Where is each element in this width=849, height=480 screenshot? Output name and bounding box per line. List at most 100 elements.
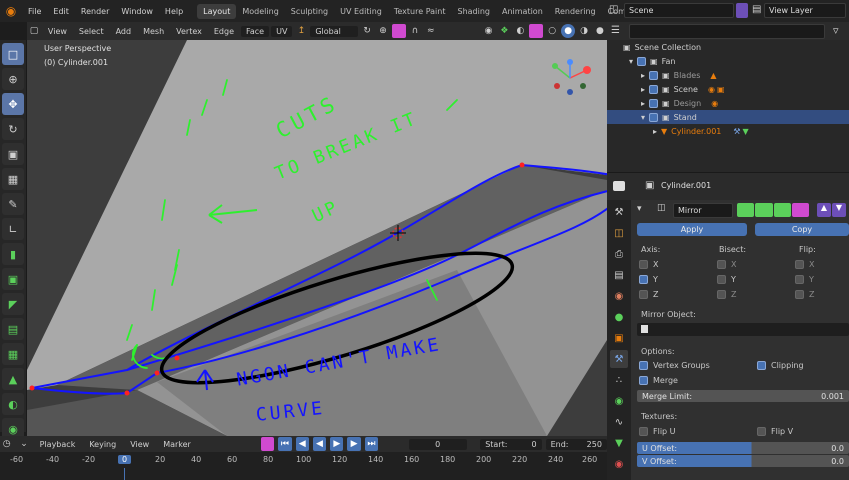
scale-icon[interactable]: ▣: [2, 143, 24, 165]
snap-icon[interactable]: ⊕: [376, 24, 390, 38]
outliner-row-selected[interactable]: ▾ ▣ Stand: [607, 110, 849, 124]
eye-icon[interactable]: ◉: [482, 24, 496, 38]
axis-z-checkbox[interactable]: [639, 290, 648, 299]
render-toggle-icon[interactable]: [791, 203, 809, 217]
annotate-icon[interactable]: ✎: [2, 193, 24, 215]
menu-help[interactable]: Help: [159, 7, 189, 16]
flip-z-checkbox[interactable]: [795, 290, 804, 299]
tab-uv-editing[interactable]: UV Editing: [334, 4, 388, 19]
checkbox-icon[interactable]: [649, 112, 659, 122]
navigation-gizmo[interactable]: [545, 56, 595, 96]
bevel-icon[interactable]: ◤: [2, 293, 24, 315]
vertex-groups-checkbox[interactable]: [639, 361, 648, 370]
scene-selector[interactable]: Scene: [624, 3, 734, 18]
outliner-row[interactable]: ▸ ▣ Blades ▲: [607, 68, 849, 82]
bisect-y-checkbox[interactable]: [717, 275, 726, 284]
menu-edit[interactable]: Edit: [47, 7, 75, 16]
checkbox-icon[interactable]: [649, 98, 659, 108]
overlay-icon[interactable]: ◐: [513, 24, 527, 38]
timeline-ruler[interactable]: -60 -40 -20 0 20 40 60 80 100 120 140 16…: [0, 452, 607, 480]
menu-face[interactable]: Face: [241, 25, 270, 37]
measure-icon[interactable]: ∟: [2, 218, 24, 240]
menu-edge[interactable]: Edge: [209, 26, 239, 37]
spin-icon[interactable]: ◐: [2, 393, 24, 415]
wave-icon[interactable]: ≈: [424, 24, 438, 38]
wireframe-shading-icon[interactable]: ○: [545, 24, 559, 38]
tab-shading[interactable]: Shading: [451, 4, 496, 19]
poly-build-icon[interactable]: ▲: [2, 368, 24, 390]
select-box-icon[interactable]: □: [2, 43, 24, 65]
tool-tab-icon[interactable]: ⚒: [610, 203, 628, 221]
move-up-icon[interactable]: ▲: [817, 203, 831, 217]
jump-end-icon[interactable]: ⏭: [364, 437, 379, 451]
cursor-icon[interactable]: ⊕: [2, 68, 24, 90]
current-frame-field[interactable]: 0: [408, 438, 467, 450]
output-tab-icon[interactable]: ⎙: [610, 245, 628, 263]
menu-mesh[interactable]: Mesh: [138, 26, 169, 37]
bisect-x-checkbox[interactable]: [717, 260, 726, 269]
viewport-toggle-icon[interactable]: [773, 203, 791, 217]
menu-select[interactable]: Select: [74, 26, 109, 37]
outliner-search-input[interactable]: [629, 24, 825, 39]
next-key-icon[interactable]: ▶: [347, 437, 361, 451]
v-offset-slider[interactable]: V Offset: 0.0: [637, 455, 849, 467]
merge-checkbox[interactable]: [639, 376, 648, 385]
knife-icon[interactable]: ▦: [2, 343, 24, 365]
rendered-shading-icon[interactable]: ●: [593, 24, 607, 38]
filter-icon[interactable]: ▿: [833, 24, 839, 37]
editor-type-icon[interactable]: ▢: [27, 24, 41, 38]
chevron-right-icon[interactable]: ▸: [641, 71, 645, 80]
axis-x-checkbox[interactable]: [639, 260, 648, 269]
view-layer-selector[interactable]: View Layer: [764, 3, 846, 18]
outliner-row[interactable]: ▣ Scene Collection: [607, 40, 849, 54]
material-shading-icon[interactable]: ◑: [577, 24, 591, 38]
properties-editor-icon[interactable]: [613, 181, 625, 191]
chevron-right-icon[interactable]: ▸: [641, 99, 645, 108]
move-down-icon[interactable]: ▼: [832, 203, 846, 217]
axis-y-checkbox[interactable]: [639, 275, 648, 284]
transform-icon[interactable]: ▦: [2, 168, 24, 190]
pivot-icon[interactable]: ↻: [360, 24, 374, 38]
3d-viewport[interactable]: User Perspective (0) Cylinder.001 CUTS T…: [27, 40, 607, 436]
menu-add[interactable]: Add: [111, 26, 137, 37]
end-frame-field[interactable]: End: 250: [545, 438, 607, 450]
chevron-right-icon[interactable]: ▸: [653, 127, 657, 136]
inset-icon[interactable]: ▣: [2, 268, 24, 290]
tab-modeling[interactable]: Modeling: [236, 4, 284, 19]
flip-y-checkbox[interactable]: [795, 275, 804, 284]
modifier-name-input[interactable]: Mirror: [673, 203, 733, 218]
timeline-editor-icon[interactable]: ◷: [0, 437, 13, 451]
gizmo-icon[interactable]: ❖: [497, 24, 511, 38]
current-frame-marker[interactable]: 0: [118, 455, 132, 464]
chevron-down-icon[interactable]: ▾: [637, 204, 642, 214]
particles-tab-icon[interactable]: ∴: [610, 371, 628, 389]
bisect-z-checkbox[interactable]: [717, 290, 726, 299]
flip-v-checkbox[interactable]: [757, 427, 766, 436]
menu-keying[interactable]: Keying: [84, 439, 121, 450]
modifier-tab-icon[interactable]: ⚒: [610, 350, 628, 368]
axis-gizmo-icon[interactable]: [545, 56, 595, 96]
play-icon[interactable]: ▶: [330, 437, 344, 451]
prev-key-icon[interactable]: ◀: [295, 437, 309, 451]
move-icon[interactable]: ✥: [2, 93, 24, 115]
texture-tab-icon[interactable]: ▦: [610, 476, 628, 480]
clipping-checkbox[interactable]: [757, 361, 766, 370]
menu-uv[interactable]: UV: [271, 25, 293, 37]
solid-shading-icon[interactable]: ●: [561, 24, 576, 38]
record-icon[interactable]: [260, 437, 275, 451]
extrude-icon[interactable]: ▮: [2, 243, 24, 265]
orientation-dropdown[interactable]: Global: [310, 25, 359, 37]
physics-tab-icon[interactable]: ◉: [610, 392, 628, 410]
mirror-object-field[interactable]: [637, 323, 849, 336]
chevron-down-icon[interactable]: ▾: [629, 57, 633, 66]
xray-icon[interactable]: [529, 24, 544, 38]
outliner-row[interactable]: ▸ ▣ Scene ◉ ▣: [607, 82, 849, 96]
world-tab-icon[interactable]: ●: [610, 308, 628, 326]
tab-animation[interactable]: Animation: [496, 4, 549, 19]
constraints-tab-icon[interactable]: ∿: [610, 413, 628, 431]
view-layer-tab-icon[interactable]: ▤: [610, 266, 628, 284]
apply-button[interactable]: Apply: [637, 223, 747, 236]
copy-button[interactable]: Copy: [755, 223, 849, 236]
render-tab-icon[interactable]: ◫: [610, 224, 628, 242]
menu-vertex[interactable]: Vertex: [171, 26, 207, 37]
